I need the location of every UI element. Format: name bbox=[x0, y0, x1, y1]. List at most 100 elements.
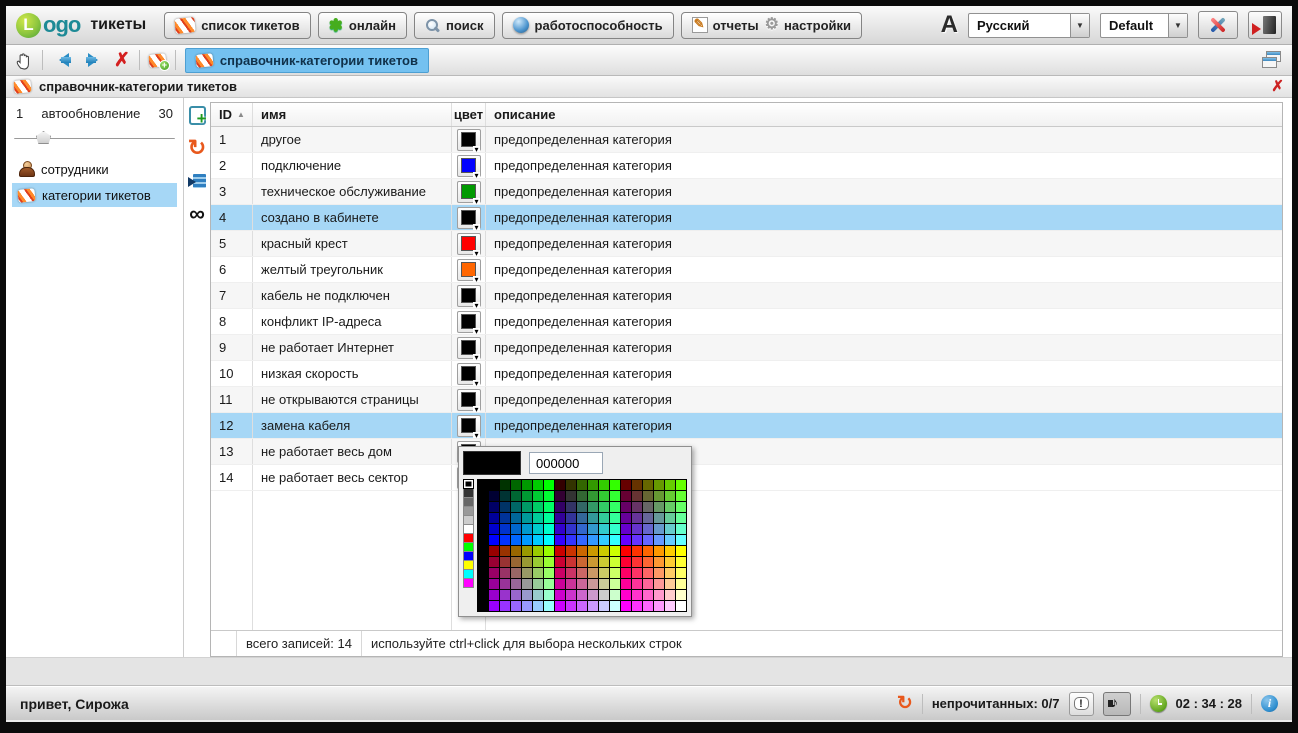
palette-cell[interactable] bbox=[478, 524, 488, 534]
theme-select[interactable]: Default bbox=[1100, 13, 1188, 38]
palette-cell[interactable] bbox=[643, 546, 653, 556]
palette-cell[interactable] bbox=[555, 601, 565, 611]
palette-cell[interactable] bbox=[555, 535, 565, 545]
online-button[interactable]: онлайн bbox=[318, 12, 407, 39]
palette-cell[interactable] bbox=[676, 502, 686, 512]
palette-cell[interactable] bbox=[566, 557, 576, 567]
close-tab-icon[interactable] bbox=[114, 51, 130, 70]
color-swatch-button[interactable] bbox=[457, 181, 481, 203]
table-row[interactable]: 11не открываются страницыпредопределенна… bbox=[211, 387, 1282, 413]
palette-cell[interactable] bbox=[577, 535, 587, 545]
color-swatch-button[interactable] bbox=[457, 129, 481, 151]
palette-cell[interactable] bbox=[621, 568, 631, 578]
palette-cell[interactable] bbox=[478, 557, 488, 567]
palette-cell[interactable] bbox=[489, 513, 499, 523]
palette-cell[interactable] bbox=[588, 535, 598, 545]
palette-cell[interactable] bbox=[544, 480, 554, 490]
palette-cell[interactable] bbox=[599, 546, 609, 556]
table-row[interactable]: 4создано в кабинетепредопределенная кате… bbox=[211, 205, 1282, 231]
slider-thumb[interactable] bbox=[36, 131, 51, 144]
health-button[interactable]: работоспособность bbox=[502, 12, 674, 39]
palette-cell[interactable] bbox=[654, 546, 664, 556]
palette-cell[interactable] bbox=[478, 535, 488, 545]
palette-cell[interactable] bbox=[621, 513, 631, 523]
palette-cell[interactable] bbox=[676, 601, 686, 611]
palette-cell[interactable] bbox=[632, 502, 642, 512]
palette-cell[interactable] bbox=[599, 491, 609, 501]
palette-cell[interactable] bbox=[577, 513, 587, 523]
palette-cell[interactable] bbox=[654, 535, 664, 545]
palette-cell[interactable] bbox=[621, 546, 631, 556]
palette-cell[interactable] bbox=[621, 502, 631, 512]
palette-cell[interactable] bbox=[577, 557, 587, 567]
palette-cell[interactable] bbox=[588, 579, 598, 589]
palette-cell[interactable] bbox=[643, 557, 653, 567]
palette-cell[interactable] bbox=[610, 535, 620, 545]
color-swatch-button[interactable] bbox=[457, 311, 481, 333]
palette-cell[interactable] bbox=[643, 491, 653, 501]
table-row[interactable]: 5красный крестпредопределенная категория bbox=[211, 231, 1282, 257]
palette-cell[interactable] bbox=[555, 524, 565, 534]
palette-cell[interactable] bbox=[654, 502, 664, 512]
palette-cell[interactable] bbox=[621, 535, 631, 545]
sidebar-item-employees[interactable]: сотрудники bbox=[12, 157, 177, 181]
palette-cell[interactable] bbox=[566, 579, 576, 589]
palette-cell[interactable] bbox=[621, 557, 631, 567]
palette-cell[interactable] bbox=[610, 502, 620, 512]
reports-item[interactable]: отчеты bbox=[692, 17, 759, 33]
palette-cell[interactable] bbox=[621, 601, 631, 611]
palette-cell[interactable] bbox=[478, 601, 488, 611]
palette-cell[interactable] bbox=[632, 546, 642, 556]
refresh-icon[interactable] bbox=[897, 694, 913, 713]
table-row[interactable]: 2подключениепредопределенная категория bbox=[211, 153, 1282, 179]
palette-cell[interactable] bbox=[533, 491, 543, 501]
palette-cell[interactable] bbox=[665, 579, 675, 589]
palette-cell[interactable] bbox=[500, 601, 510, 611]
palette-cell[interactable] bbox=[643, 480, 653, 490]
palette-cell[interactable] bbox=[511, 480, 521, 490]
palette-cell[interactable] bbox=[665, 601, 675, 611]
palette-cell[interactable] bbox=[610, 546, 620, 556]
palette-cell[interactable] bbox=[500, 590, 510, 600]
palette-cell[interactable] bbox=[665, 480, 675, 490]
palette-cell[interactable] bbox=[676, 491, 686, 501]
column-header-id[interactable]: ID bbox=[211, 103, 253, 126]
palette-cell[interactable] bbox=[566, 546, 576, 556]
palette-cell[interactable] bbox=[522, 579, 532, 589]
palette-cell[interactable] bbox=[632, 590, 642, 600]
palette-cell[interactable] bbox=[654, 579, 664, 589]
palette-cell[interactable] bbox=[610, 557, 620, 567]
cascade-windows-icon[interactable] bbox=[1262, 51, 1284, 70]
palette-cell[interactable] bbox=[511, 513, 521, 523]
palette-cell[interactable] bbox=[588, 590, 598, 600]
table-row[interactable]: 3техническое обслуживаниепредопределенна… bbox=[211, 179, 1282, 205]
palette-cell[interactable] bbox=[489, 579, 499, 589]
palette-cell[interactable] bbox=[643, 568, 653, 578]
palette-cell[interactable] bbox=[478, 568, 488, 578]
table-row[interactable]: 13не работает весь домпредопределенная к… bbox=[211, 439, 1282, 465]
autorefresh-slider[interactable] bbox=[14, 129, 175, 145]
palette-cell[interactable] bbox=[676, 557, 686, 567]
palette-cell[interactable] bbox=[478, 546, 488, 556]
palette-cell[interactable] bbox=[566, 590, 576, 600]
palette-cell[interactable] bbox=[610, 568, 620, 578]
palette-cell[interactable] bbox=[555, 590, 565, 600]
palette-cell[interactable] bbox=[632, 579, 642, 589]
palette-cell[interactable] bbox=[522, 491, 532, 501]
palette-cell[interactable] bbox=[522, 502, 532, 512]
palette-cell[interactable] bbox=[544, 568, 554, 578]
palette-cell[interactable] bbox=[577, 568, 587, 578]
palette-cell[interactable] bbox=[522, 557, 532, 567]
palette-cell[interactable] bbox=[500, 502, 510, 512]
palette-cell[interactable] bbox=[654, 601, 664, 611]
palette-cell[interactable] bbox=[599, 513, 609, 523]
palette-cell[interactable] bbox=[588, 491, 598, 501]
palette-cell[interactable] bbox=[621, 480, 631, 490]
palette-cell[interactable] bbox=[533, 502, 543, 512]
palette-cell[interactable] bbox=[654, 491, 664, 501]
table-row[interactable]: 1другоепредопределенная категория bbox=[211, 127, 1282, 153]
palette-cell[interactable] bbox=[588, 480, 598, 490]
palette-cell[interactable] bbox=[478, 502, 488, 512]
palette-cell[interactable] bbox=[500, 568, 510, 578]
palette-cell[interactable] bbox=[643, 590, 653, 600]
